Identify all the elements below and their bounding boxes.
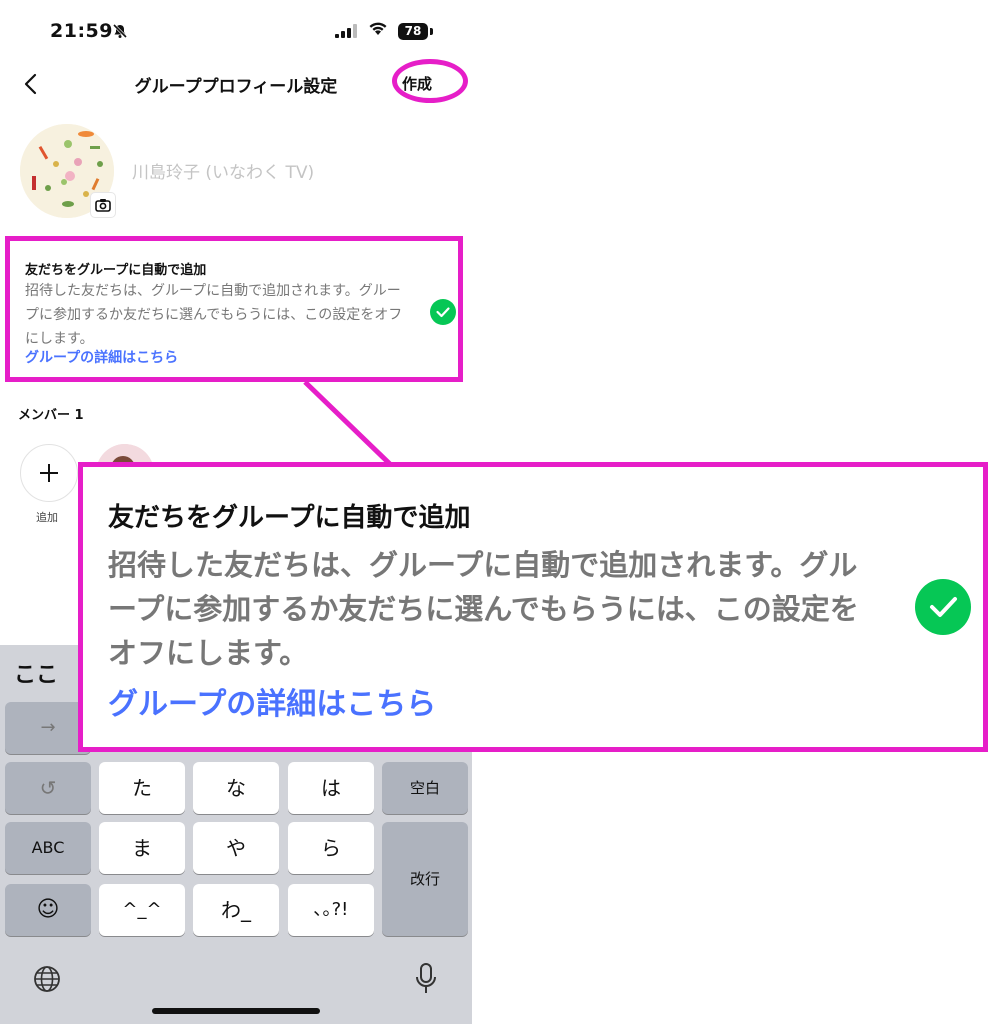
check-icon [930, 597, 957, 617]
zoom-auto-add-title: 友だちをグループに自動で追加 [108, 503, 471, 533]
zoom-group-details-link[interactable]: グループの詳細はこちら [108, 679, 436, 723]
zoom-callout-panel: 友だちをグループに自動で追加 招待した友だちは、グループに自動で追加されます。グ… [78, 462, 988, 752]
zoom-auto-add-checkbox[interactable] [915, 579, 971, 635]
zoom-auto-add-description: 招待した友だちは、グループに自動で追加されます。グループに参加するか友だちに選ん… [108, 548, 859, 670]
